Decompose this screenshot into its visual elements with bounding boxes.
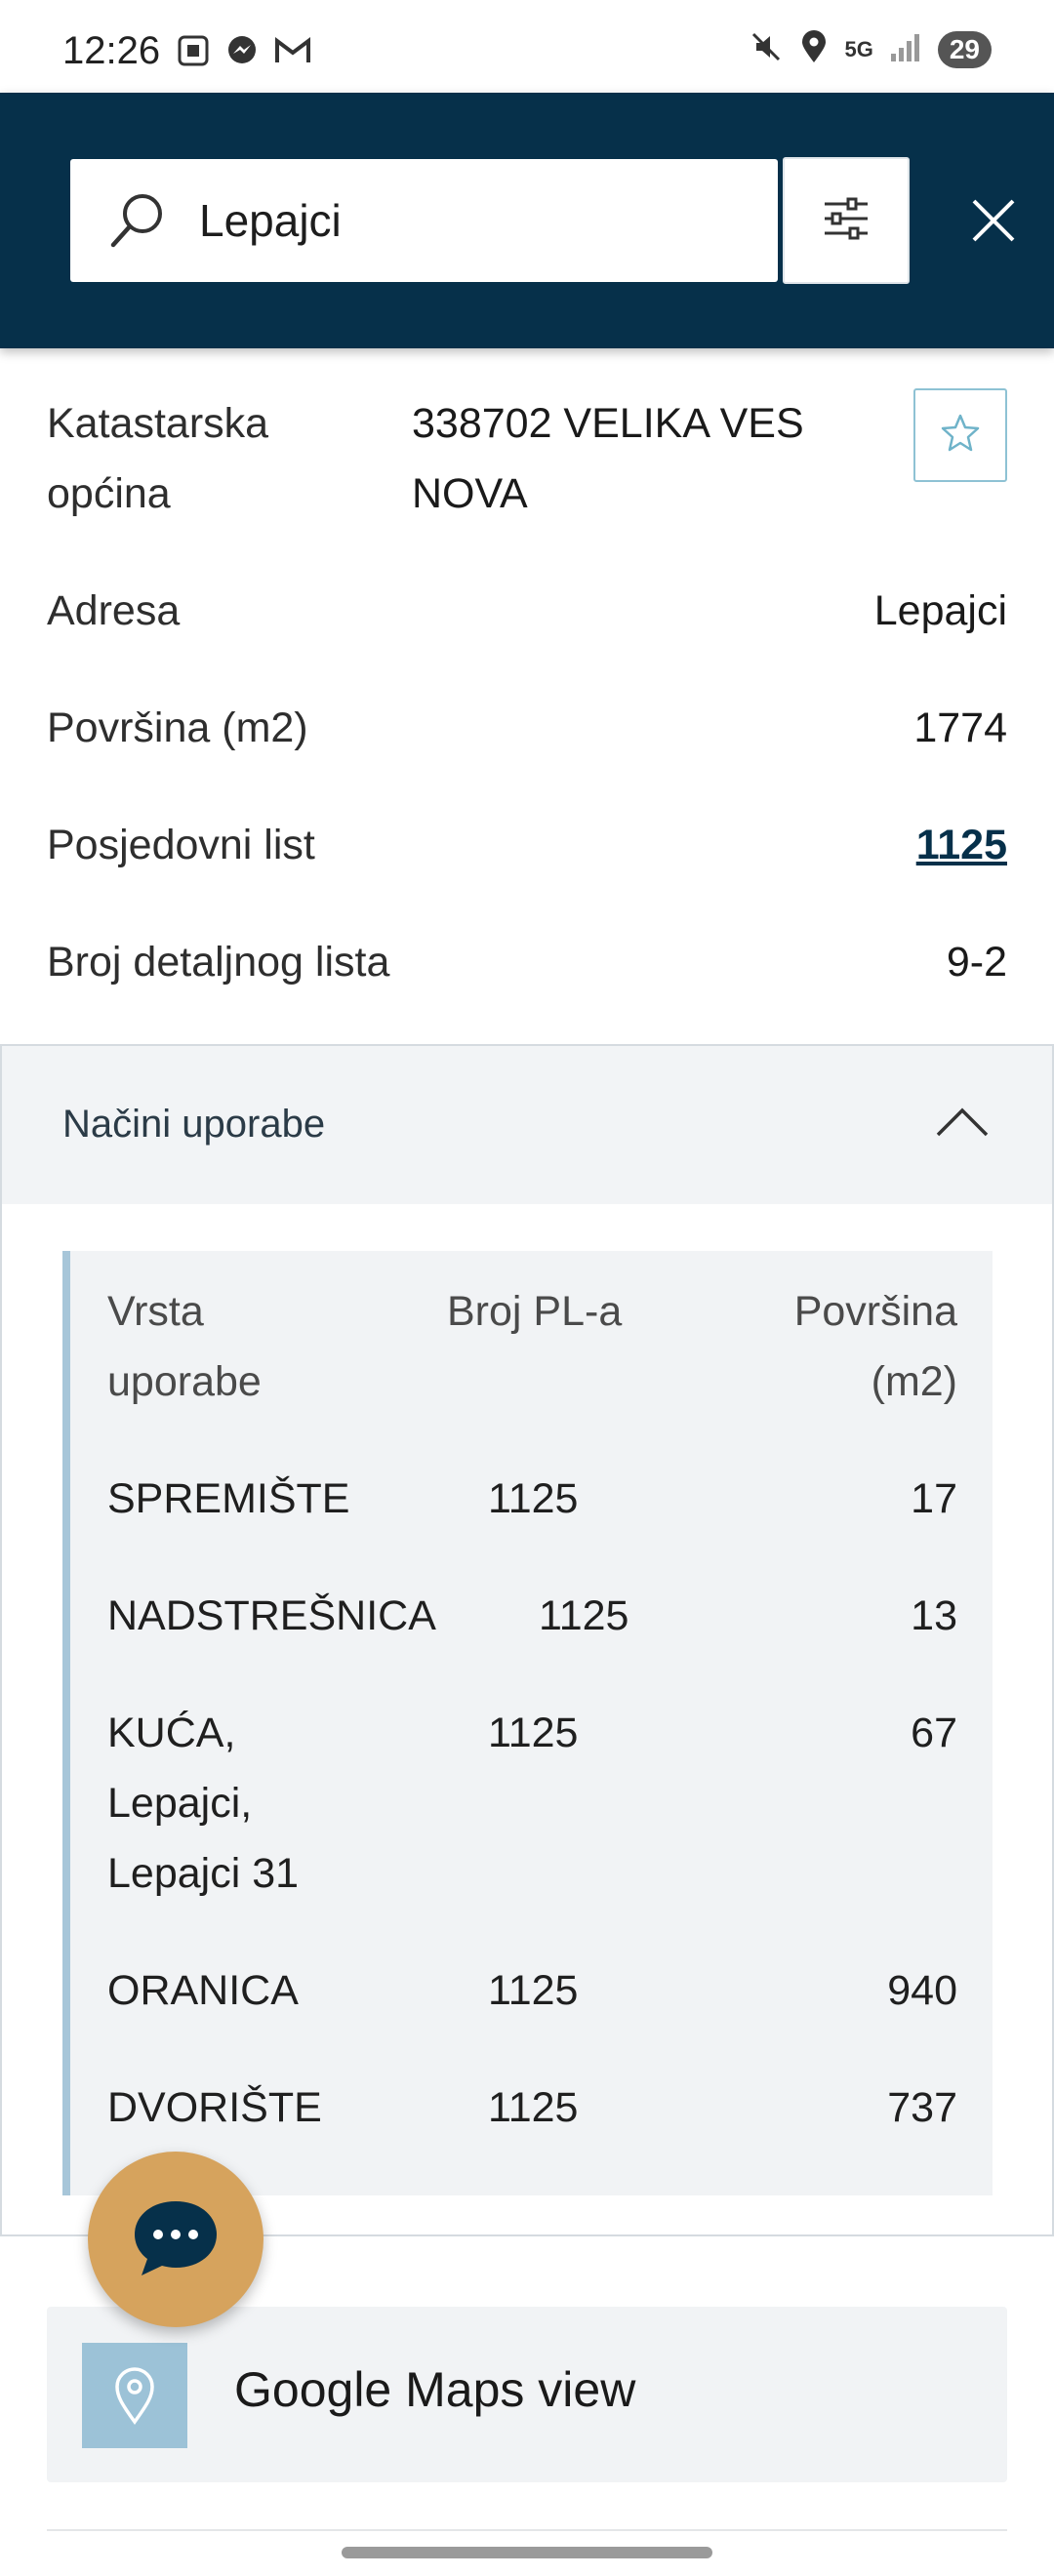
table-cell-type: SPREMIŠTE xyxy=(107,1475,350,1522)
table-cell-type-cont: Lepajci, xyxy=(107,1780,253,1827)
cadastral-label: Katastarska xyxy=(47,400,269,447)
possession-list-link[interactable]: 1125 xyxy=(916,810,1007,880)
status-time: 12:26 xyxy=(62,29,161,72)
notification-icons xyxy=(176,33,312,73)
table-cell-pl: 1125 xyxy=(488,1710,579,1756)
table-cell-area: 67 xyxy=(911,1710,957,1756)
sheet-label: Broj detaljnog lista xyxy=(47,939,390,986)
possession-list-label: Posjedovni list xyxy=(47,822,315,868)
address-value: Lepajci xyxy=(873,587,1007,634)
table-cell-area: 940 xyxy=(887,1967,957,2014)
search-input[interactable]: Lepajci xyxy=(70,159,778,282)
column-header-pl: Broj PL-a xyxy=(447,1288,623,1335)
screenshot-icon xyxy=(176,33,211,73)
close-icon xyxy=(970,197,1017,249)
area-value: 1774 xyxy=(913,704,1007,751)
google-maps-view-button[interactable]: Google Maps view xyxy=(47,2307,1007,2482)
table-cell-type: KUĆA, xyxy=(107,1710,236,1756)
table-cell-type: DVORIŠTE xyxy=(107,2084,322,2131)
sliders-icon xyxy=(821,196,872,246)
search-icon xyxy=(107,190,168,256)
address-label: Adresa xyxy=(47,587,181,634)
location-icon xyxy=(799,29,829,69)
star-icon xyxy=(939,412,982,460)
messenger-icon xyxy=(224,33,260,73)
table-cell-pl: 1125 xyxy=(488,1967,579,2014)
table-cell-area: 737 xyxy=(887,2084,957,2131)
status-bar: 12:26 5G 29 xyxy=(0,0,1054,93)
table-cell-pl: 1125 xyxy=(539,1592,629,1639)
cadastral-value-cont: NOVA xyxy=(412,470,528,517)
system-icons: 5G 29 xyxy=(749,29,992,69)
mute-icon xyxy=(749,29,784,69)
google-maps-view-label: Google Maps view xyxy=(234,2362,636,2417)
gmail-icon xyxy=(273,33,312,73)
usage-title: Načini uporabe xyxy=(62,1103,326,1146)
table-cell-pl: 1125 xyxy=(488,2084,579,2131)
gesture-nav-handle[interactable] xyxy=(342,2547,712,2558)
table-cell-area: 13 xyxy=(911,1592,957,1639)
column-header-area: Površina xyxy=(793,1288,957,1335)
cadastral-label-cont: općina xyxy=(47,470,171,517)
search-value: Lepajci xyxy=(199,195,342,246)
table-cell-type: NADSTREŠNICA xyxy=(107,1592,436,1639)
area-label: Površina (m2) xyxy=(47,704,308,751)
column-header-area-cont: (m2) xyxy=(871,1358,957,1405)
sheet-value: 9-2 xyxy=(946,939,1007,986)
table-cell-area: 17 xyxy=(911,1475,957,1522)
chat-button[interactable] xyxy=(88,2152,264,2327)
network-5g-icon: 5G xyxy=(844,36,873,61)
usage-accordion-header[interactable]: Načini uporabe xyxy=(2,1046,1052,1204)
column-header-type: Vrsta xyxy=(107,1288,204,1335)
filter-button[interactable] xyxy=(783,157,910,284)
battery-indicator: 29 xyxy=(937,30,992,68)
table-cell-type-cont: Lepajci 31 xyxy=(107,1850,300,1897)
favorite-button[interactable] xyxy=(913,388,1007,482)
usage-accordion: Načini uporabe Vrsta uporabe Broj PL-a P… xyxy=(0,1044,1054,2236)
close-button[interactable] xyxy=(961,190,1026,255)
usage-table: Vrsta uporabe Broj PL-a Površina (m2) SP… xyxy=(62,1251,993,2195)
divider xyxy=(47,2529,1007,2531)
chevron-up-icon xyxy=(935,1107,990,1143)
table-cell-type: ORANICA xyxy=(107,1967,299,2014)
table-cell-pl: 1125 xyxy=(488,1475,579,1522)
signal-icon xyxy=(889,30,922,68)
column-header-type-cont: uporabe xyxy=(107,1358,262,1405)
chat-bubble-icon xyxy=(127,2194,224,2286)
cadastral-value: 338702 VELIKA VES xyxy=(412,400,804,447)
app-header: Lepajci xyxy=(0,93,1054,348)
map-pin-icon xyxy=(82,2343,187,2448)
